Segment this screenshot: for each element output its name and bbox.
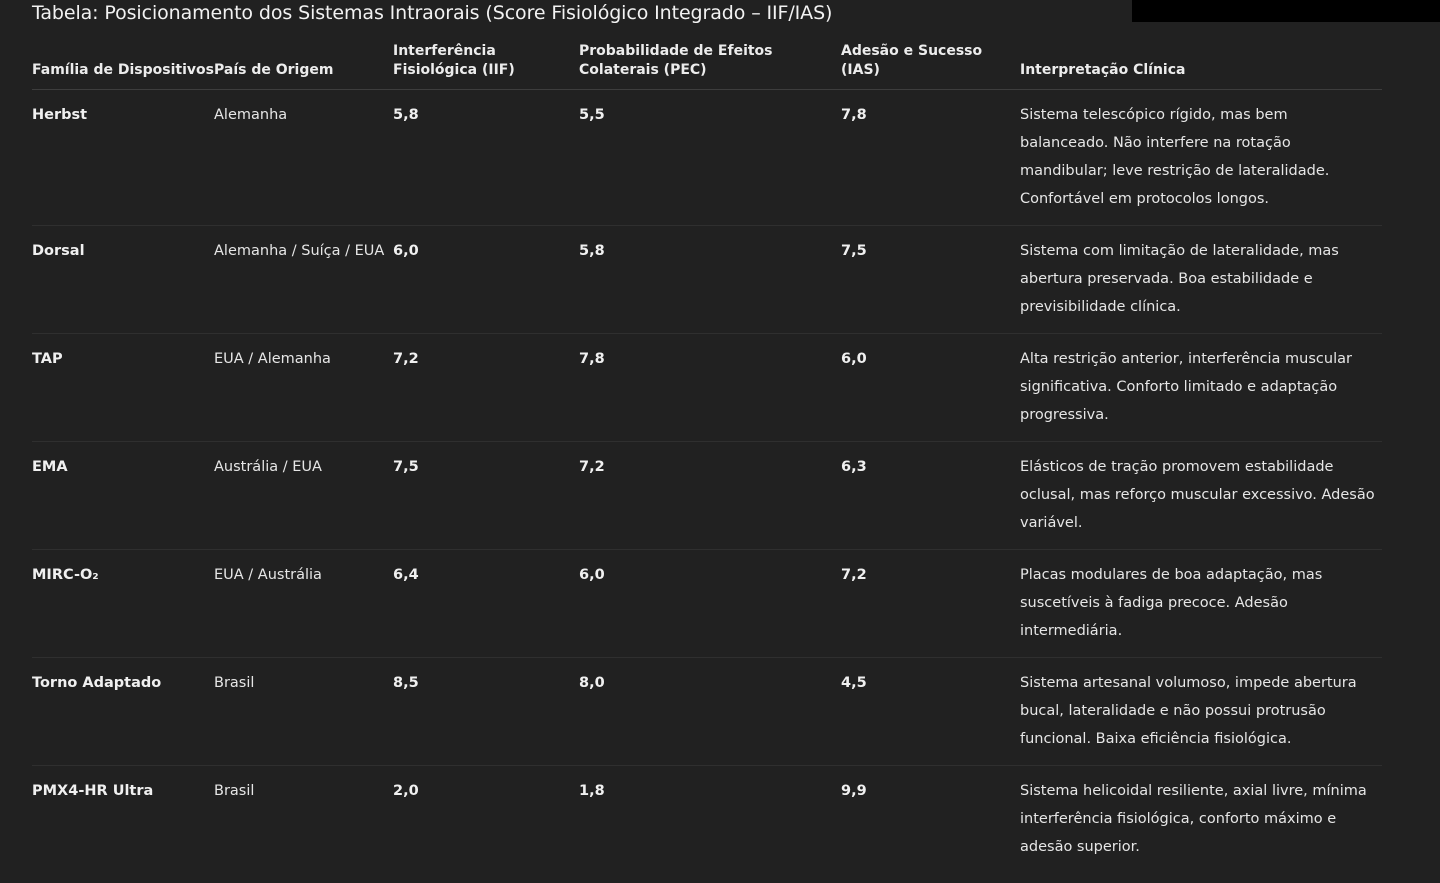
header-pec: Probabilidade de Efeitos Colaterais (PEC… <box>579 42 841 90</box>
table-container: Família de Dispositivos País de Origem I… <box>32 42 1382 873</box>
cell-interpretation: Placas modulares de boa adaptação, mas s… <box>1020 549 1382 658</box>
header-interpretation: Interpretação Clínica <box>1020 42 1382 90</box>
cell-country: Brasil <box>214 783 255 799</box>
cell-ias: 6,3 <box>841 441 1020 550</box>
cell-pec: 1,8 <box>579 783 605 799</box>
cell-interpretation: Sistema com limitação de lateralidade, m… <box>1020 225 1382 334</box>
table-row: EMA Austrália / EUA 7,5 7,2 6,3 Elástico… <box>32 441 1382 550</box>
cell-pec: 7,8 <box>579 333 841 442</box>
cell-country: Alemanha / Suíça / EUA <box>214 225 393 334</box>
table-row: PMX4-HR Ultra Brasil 2,0 1,8 9,9 Sistema… <box>32 766 1382 874</box>
cell-ias: 7,2 <box>841 549 1020 658</box>
cell-iif: 6,4 <box>393 549 579 658</box>
cell-interpretation: Sistema artesanal volumoso, impede abert… <box>1020 657 1382 766</box>
header-family: Família de Dispositivos <box>32 42 214 90</box>
table-row: MIRC-O₂ EUA / Austrália 6,4 6,0 7,2 Plac… <box>32 549 1382 658</box>
table-title: Tabela: Posicionamento dos Sistemas Intr… <box>32 2 833 24</box>
cell-family: PMX4-HR Ultra <box>32 783 154 799</box>
cell-family: MIRC-O₂ <box>32 549 214 658</box>
cell-ias: 6,0 <box>841 333 1020 442</box>
cell-family: Herbst <box>32 89 214 226</box>
cell-country: Brasil <box>214 657 393 766</box>
cell-ias: 7,5 <box>841 225 1020 334</box>
cell-interpretation: Alta restrição anterior, interferência m… <box>1020 333 1382 442</box>
cell-iif: 5,8 <box>393 89 579 226</box>
cell-interpretation: Elásticos de tração promovem estabilidad… <box>1020 441 1382 550</box>
cell-iif: 2,0 <box>393 783 419 799</box>
header-country: País de Origem <box>214 42 393 90</box>
header-row: Família de Dispositivos País de Origem I… <box>32 42 1382 90</box>
table-row: Torno Adaptado Brasil 8,5 8,0 4,5 Sistem… <box>32 657 1382 766</box>
cell-iif: 6,0 <box>393 225 579 334</box>
cell-pec: 5,8 <box>579 225 841 334</box>
cell-iif: 8,5 <box>393 657 579 766</box>
cell-country: Austrália / EUA <box>214 441 393 550</box>
top-black-bar <box>1132 0 1440 22</box>
table-row: Herbst Alemanha 5,8 5,5 7,8 Sistema tele… <box>32 89 1382 226</box>
cell-family: Dorsal <box>32 225 214 334</box>
cell-ias: 9,9 <box>841 783 867 799</box>
cell-iif: 7,2 <box>393 333 579 442</box>
cell-pec: 7,2 <box>579 441 841 550</box>
header-ias: Adesão e Sucesso (IAS) <box>841 42 1020 90</box>
table-row: Dorsal Alemanha / Suíça / EUA 6,0 5,8 7,… <box>32 225 1382 334</box>
cell-ias: 4,5 <box>841 657 1020 766</box>
cell-ias: 7,8 <box>841 89 1020 226</box>
systems-table: Família de Dispositivos País de Origem I… <box>32 42 1382 873</box>
cell-interpretation: Sistema telescópico rígido, mas bem bala… <box>1020 89 1382 226</box>
cell-iif: 7,5 <box>393 441 579 550</box>
cell-pec: 5,5 <box>579 89 841 226</box>
cell-country: EUA / Austrália <box>214 549 393 658</box>
header-iif: Interferência Fisiológica (IIF) <box>393 42 579 90</box>
cell-country: Alemanha <box>214 89 393 226</box>
cell-family: EMA <box>32 441 214 550</box>
cell-family: Torno Adaptado <box>32 657 214 766</box>
cell-country: EUA / Alemanha <box>214 333 393 442</box>
cell-family: TAP <box>32 333 214 442</box>
cell-pec: 6,0 <box>579 549 841 658</box>
table-row: TAP EUA / Alemanha 7,2 7,8 6,0 Alta rest… <box>32 333 1382 442</box>
cell-pec: 8,0 <box>579 657 841 766</box>
cell-interpretation: Sistema helicoidal resiliente, axial liv… <box>1020 783 1367 855</box>
